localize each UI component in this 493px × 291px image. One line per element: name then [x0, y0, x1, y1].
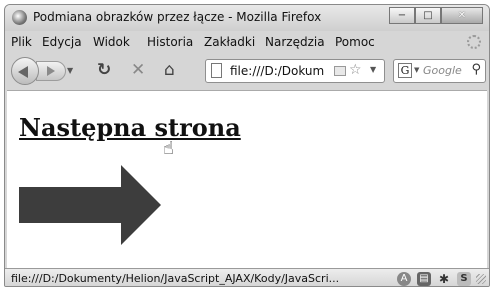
forward-icon[interactable]: [36, 61, 66, 81]
url-input[interactable]: file:///D:/Dokum: [230, 64, 328, 78]
search-input[interactable]: Google: [423, 64, 462, 77]
history-dropdown-icon[interactable]: ▼: [67, 66, 73, 75]
minimize-button[interactable]: −: [389, 7, 415, 24]
menu-zakladki[interactable]: Zakładki: [204, 35, 255, 49]
status-text: file:///D:/Dokumenty/Helion/JavaScript_A…: [11, 272, 340, 285]
close-button[interactable]: ✕: [441, 7, 483, 24]
next-page-link[interactable]: Następna strona: [19, 113, 241, 142]
throbber-icon: [467, 35, 481, 49]
status-bar: file:///D:/Dokumenty/Helion/JavaScript_A…: [5, 268, 489, 286]
resize-grip[interactable]: [476, 274, 486, 284]
menu-plik[interactable]: Plik: [11, 35, 32, 49]
firefox-icon: [12, 10, 27, 25]
navigation-toolbar: ▼ ↻ ✕ ⌂ file:///D:/Dokum ☆ ▼ G ▼ Google …: [5, 52, 489, 90]
address-bar[interactable]: file:///D:/Dokum ☆ ▼: [205, 59, 385, 83]
menu-historia[interactable]: Historia: [147, 35, 193, 49]
home-icon[interactable]: ⌂: [164, 60, 175, 80]
browser-window: Podmiana obrazków przez łącze - Mozilla …: [4, 4, 490, 287]
adblock-icon[interactable]: A: [397, 272, 411, 286]
google-icon[interactable]: G: [398, 63, 412, 78]
maximize-button[interactable]: □: [415, 7, 441, 24]
menu-widok[interactable]: Widok: [93, 35, 130, 49]
engine-dropdown-icon[interactable]: ▼: [414, 66, 419, 74]
arrow-shape: [19, 165, 161, 245]
reload-icon[interactable]: ↻: [97, 60, 111, 80]
hand-cursor-icon: ☝: [163, 138, 174, 159]
title-bar: Podmiana obrazków przez łącze - Mozilla …: [5, 5, 489, 31]
menu-bar: Plik Edycja Widok Historia Zakładki Narz…: [5, 32, 489, 52]
menu-pomoc[interactable]: Pomoc: [335, 35, 375, 49]
window-title: Podmiana obrazków przez łącze - Mozilla …: [33, 10, 322, 24]
url-dropdown-icon[interactable]: ▼: [370, 65, 376, 74]
bookmark-star-icon[interactable]: ☆: [349, 62, 362, 78]
arrow-image[interactable]: [19, 165, 161, 245]
search-bar[interactable]: G ▼ Google ⚲: [393, 59, 486, 83]
page-content: Następna strona ☝: [7, 90, 487, 268]
window-controls: − □ ✕: [389, 7, 483, 25]
menu-edycja[interactable]: Edycja: [42, 35, 82, 49]
menu-narzedzia[interactable]: Narzędzia: [265, 35, 325, 49]
rss-icon[interactable]: [334, 66, 346, 76]
stop-icon[interactable]: ✕: [131, 60, 145, 80]
back-icon[interactable]: [11, 57, 39, 85]
extension-icon[interactable]: ▤: [417, 272, 431, 286]
page-icon: [211, 63, 222, 78]
search-icon[interactable]: ⚲: [471, 62, 481, 77]
gesture-icon[interactable]: ✱: [437, 272, 451, 286]
s-addon-icon[interactable]: S: [457, 272, 471, 286]
